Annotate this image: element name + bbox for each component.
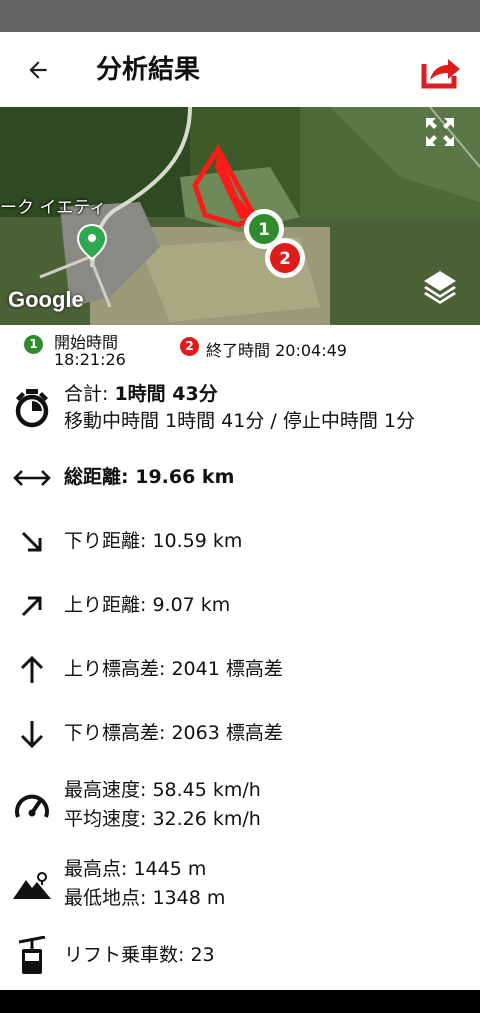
svg-text:2: 2 bbox=[279, 249, 291, 269]
up-distance-text: 上り距離: 9.07 km bbox=[64, 594, 231, 616]
stat-down-distance: 下り距離: 10.59 km bbox=[0, 522, 480, 562]
end-badge: 2 bbox=[180, 337, 199, 356]
back-button[interactable] bbox=[22, 54, 54, 86]
up-elevation-text: 上り標高差: 2041 標高差 bbox=[64, 658, 283, 680]
stat-total-time: 合計: 1時間 43分 移動中時間 1時間 41分 / 停止中時間 1分 bbox=[0, 380, 480, 440]
horizontal-arrows-icon bbox=[12, 458, 52, 498]
stat-total-distance: 総距離: 19.66 km bbox=[0, 458, 480, 498]
route-map[interactable]: 1 2 ーク イエティ Google bbox=[0, 107, 480, 325]
navigation-bar bbox=[0, 990, 480, 1013]
down-elevation-text: 下り標高差: 2063 標高差 bbox=[64, 722, 283, 744]
mountain-icon bbox=[12, 865, 52, 905]
stat-up-elevation: 上り標高差: 2041 標高差 bbox=[0, 650, 480, 690]
stat-down-elevation: 下り標高差: 2063 標高差 bbox=[0, 714, 480, 754]
stat-altitude: 最高点: 1445 m 最低地点: 1348 m bbox=[0, 855, 480, 915]
total-time-label: 合計: bbox=[64, 383, 115, 405]
speedometer-icon bbox=[12, 786, 52, 826]
share-button[interactable] bbox=[420, 50, 464, 90]
distance-label: 総距離: bbox=[64, 466, 136, 488]
max-point-text: 最高点: 1445 m bbox=[64, 858, 207, 880]
map-place-label: ーク イエティ bbox=[0, 198, 107, 218]
map-marker-end[interactable]: 2 bbox=[265, 238, 305, 278]
moving-stopped-time: 移動中時間 1時間 41分 / 停止中時間 1分 bbox=[64, 410, 415, 432]
page-title: 分析結果 bbox=[96, 55, 201, 85]
stat-speed: 最高速度: 58.45 km/h 平均速度: 32.26 km/h bbox=[0, 776, 480, 836]
arrow-down-right-icon bbox=[12, 522, 52, 562]
app-bar: 分析結果 bbox=[0, 32, 480, 107]
svg-text:1: 1 bbox=[258, 220, 270, 240]
stopwatch-icon bbox=[12, 388, 52, 428]
gondola-icon bbox=[12, 936, 52, 976]
back-arrow-icon bbox=[29, 61, 47, 79]
max-speed-text: 最高速度: 58.45 km/h bbox=[64, 779, 261, 801]
start-time-value: 18:21:26 bbox=[54, 350, 126, 369]
min-point-text: 最低地点: 1348 m bbox=[64, 887, 226, 909]
time-legend: 1 開始時間 18:21:26 2 終了時間 20:04:49 bbox=[0, 325, 480, 373]
stat-up-distance: 上り距離: 9.07 km bbox=[0, 586, 480, 626]
avg-speed-text: 平均速度: 32.26 km/h bbox=[64, 808, 261, 830]
arrow-up-right-icon bbox=[12, 586, 52, 626]
arrow-down-icon bbox=[12, 714, 52, 754]
layers-button[interactable] bbox=[420, 267, 460, 305]
share-icon bbox=[421, 59, 460, 89]
total-time-value: 1時間 43分 bbox=[114, 383, 218, 405]
down-distance-text: 下り距離: 10.59 km bbox=[64, 530, 243, 552]
layers-icon bbox=[424, 271, 456, 304]
fullscreen-icon bbox=[426, 118, 454, 146]
stat-lift-rides: リフト乗車数: 23 bbox=[0, 936, 480, 976]
lift-rides-text: リフト乗車数: 23 bbox=[64, 944, 215, 966]
status-bar bbox=[0, 0, 480, 32]
end-time: 終了時間 20:04:49 bbox=[206, 341, 347, 360]
arrow-up-icon bbox=[12, 650, 52, 690]
fullscreen-button[interactable] bbox=[420, 112, 460, 152]
start-badge: 1 bbox=[24, 335, 43, 354]
google-logo: Google bbox=[8, 287, 84, 312]
distance-value: 19.66 km bbox=[135, 466, 235, 488]
